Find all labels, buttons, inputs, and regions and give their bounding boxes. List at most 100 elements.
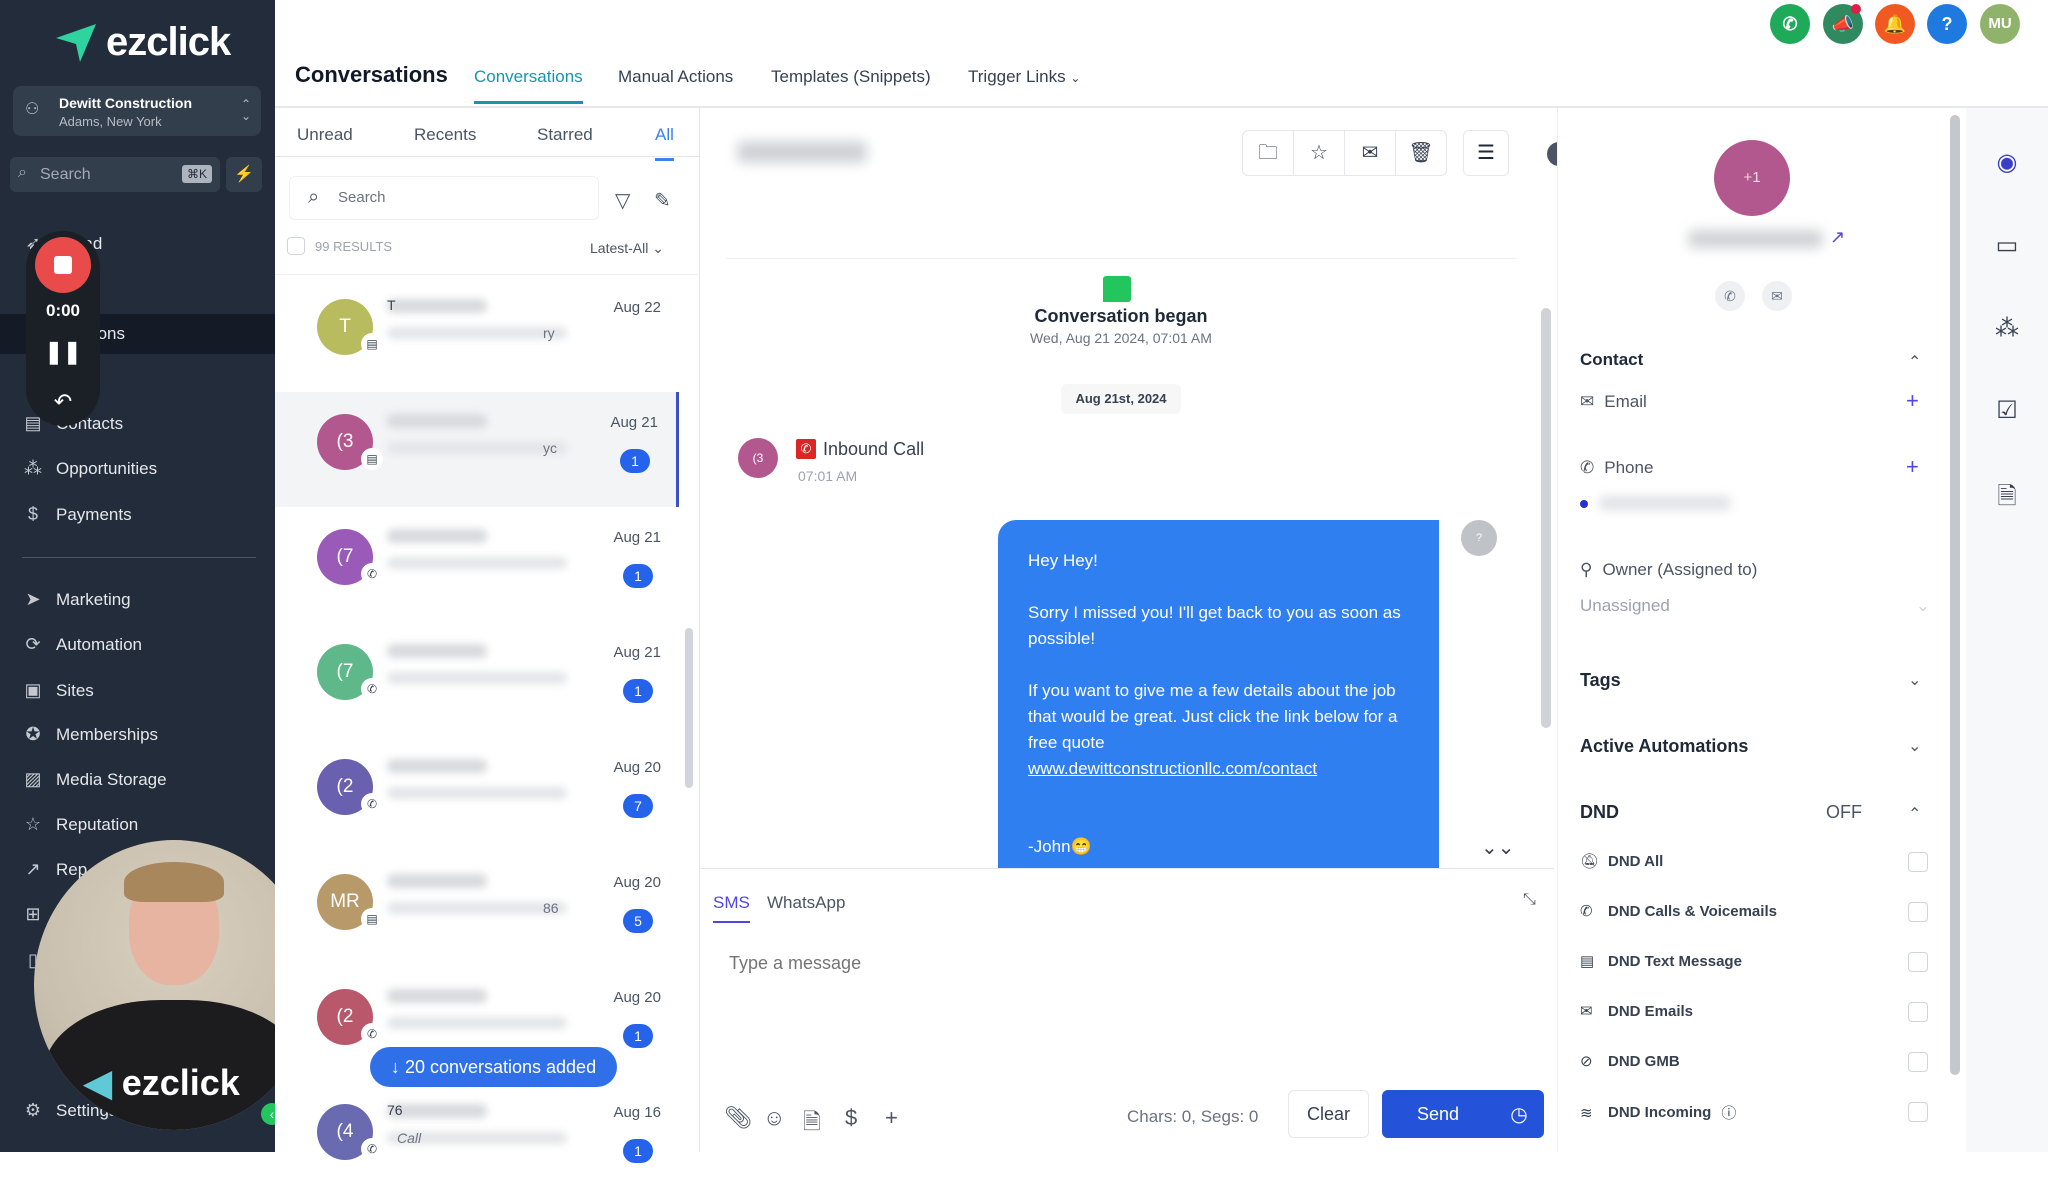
tab-manual-actions[interactable]: Manual Actions [618,67,733,87]
info-icon[interactable]: ⓘ [1721,1102,1736,1123]
bell-button[interactable]: 🔔 [1875,4,1915,44]
add-phone-button[interactable]: + [1906,454,1919,480]
contact-section[interactable]: Contact [1580,350,1643,370]
chat-scrollbar[interactable] [1541,308,1551,728]
add-email-button[interactable]: + [1906,388,1919,414]
conversation-search-input[interactable]: ⌕ Search [289,176,599,220]
list-scrollbar[interactable] [685,628,693,788]
sidebar-item-9[interactable]: ▣ Sites [22,671,272,711]
name-fragment: 76 [387,1102,403,1118]
quick-action-button[interactable]: ⚡ [226,157,262,192]
sidebar-item-7[interactable]: ➤ Marketing [22,580,272,620]
undo-icon[interactable]: ↶ [26,389,100,415]
plus-icon[interactable]: + [885,1105,898,1131]
mark-unread-icon[interactable]: ✉ [1345,131,1396,175]
move-folder-icon[interactable]: 🗀 [1243,131,1294,175]
sidebar-item-10[interactable]: ✪ Memberships [22,715,272,755]
tab-sms[interactable]: SMS [713,893,750,923]
chevron-down-icon[interactable]: ⌄ [1908,736,1921,756]
inbound-call-time: 07:01 AM [798,468,858,484]
filter-recents[interactable]: Recents [414,125,476,145]
sidebar-item-5[interactable]: ⁂ Opportunities [22,449,272,489]
trash-icon[interactable]: 🗑 [1396,131,1446,175]
automations-section[interactable]: Active Automations [1580,736,1748,757]
payment-icon[interactable]: $ [845,1105,857,1131]
chevron-up-icon[interactable]: ⌃ [1908,352,1921,372]
conversation-item[interactable]: T ▤ T ry Aug 22 [275,277,679,392]
sidebar-item-12[interactable]: ☆ Reputation [22,805,272,845]
dnd-label: DND Incoming [1608,1104,1712,1121]
compose-icon[interactable]: ✎ [654,188,671,213]
trend-icon: ↗ [25,859,41,879]
phone-icon: ✆ [1580,903,1593,920]
calendar-icon[interactable]: ▭ [1966,231,2048,260]
dnd-checkbox[interactable] [1908,952,1928,972]
filter-starred[interactable]: Starred [537,125,593,145]
dnd-checkbox[interactable] [1908,1052,1928,1072]
emoji-icon[interactable]: ☺ [763,1105,785,1131]
select-all-checkbox[interactable] [287,237,305,255]
schedule-icon[interactable]: ◷ [1494,1102,1544,1127]
conversation-item[interactable]: (3 ▤ yc Aug 21 1 [275,392,679,507]
unread-badge: 7 [623,794,653,818]
sort-value: Latest-All [590,240,649,256]
sidebar-item-8[interactable]: ⟳ Automation [22,625,272,665]
template-icon[interactable]: 🗎 [803,1105,821,1143]
tab-trigger-links[interactable]: Trigger Links ⌄ [968,67,1080,87]
message-link[interactable]: www.dewittconstructionllc.com/contact [1028,759,1317,778]
pause-icon[interactable]: ❚❚ [26,339,100,365]
scroll-bottom-icon[interactable]: ⌄⌄ [1481,835,1515,860]
dnd-section[interactable]: DND [1580,802,1619,823]
email-button[interactable]: ✉ [1762,281,1792,311]
dnd-checkbox[interactable] [1908,852,1928,872]
tab-templates[interactable]: Templates (Snippets) [771,67,931,87]
conversation-item[interactable]: (7 ✆ Aug 21 1 [275,507,679,622]
sort-dropdown[interactable]: Latest-All ⌄ [590,240,664,257]
attach-icon[interactable]: 📎︎ [724,1105,752,1131]
filter-messages-button[interactable]: ☰ [1463,130,1509,176]
call-button[interactable]: ✆ [1715,281,1745,311]
sidebar-item-6[interactable]: $ Payments [22,495,272,535]
conversations-added-button[interactable]: ↓ 20 conversations added [370,1047,617,1087]
webcam-logo: ◀ ezclick [84,1062,240,1103]
conversation-item[interactable]: (4 ✆ 76 Call Aug 16 1 [275,1082,679,1197]
minimize-icon[interactable]: ⤡ [1523,891,1536,909]
opportunities-icon[interactable]: ⁂ [1966,314,2048,343]
contact-icon[interactable]: ◉ [1966,148,2048,177]
notes-icon[interactable]: 🗎 [1966,479,2048,520]
filter-unread[interactable]: Unread [297,125,353,145]
dnd-checkbox[interactable] [1908,1102,1928,1122]
owner-select[interactable]: Unassigned ⌄ [1580,596,1930,616]
clear-button[interactable]: Clear [1288,1090,1369,1138]
task-icon[interactable]: ☑ [1966,396,2048,425]
tab-whatsapp[interactable]: WhatsApp [767,893,845,913]
phone-button[interactable]: ✆ [1770,4,1810,44]
user-avatar[interactable]: MU [1980,4,2020,44]
chevron-down-icon[interactable]: ⌄ [1908,670,1921,690]
conversation-item[interactable]: (7 ✆ Aug 21 1 [275,622,679,737]
filter-icon[interactable]: ▽ [615,188,630,213]
send-button[interactable]: Send ◷ [1382,1090,1544,1138]
dnd-label: DND Text Message [1608,952,1742,970]
account-switcher[interactable]: ⚇ Dewitt Construction Adams, New York ⌃ ⌄ [13,86,261,136]
tags-section[interactable]: Tags [1580,670,1621,691]
tab-conversations[interactable]: Conversations [474,67,583,104]
screen-recorder-widget: 0:00 ❚❚ ↶ [26,231,100,426]
chevron-up-icon[interactable]: ⌃ [1908,804,1921,824]
conversation-item[interactable]: MR ▤ 86 Aug 20 5 [275,852,679,967]
dnd-checkbox[interactable] [1908,1002,1928,1022]
star-icon[interactable]: ☆ [1294,131,1345,175]
external-link-icon[interactable]: ↗ [1830,227,1845,248]
chat-panel: 🗀☆✉🗑 ☰ › Conversation began Wed, Aug 21 … [701,108,1571,1152]
panel-scrollbar[interactable] [1950,115,1960,1075]
conversation-date: Aug 20 [613,759,661,776]
recording-time: 0:00 [45,301,81,320]
megaphone-button[interactable]: 📣 [1823,4,1863,44]
sidebar-search[interactable]: ⌕ Search ⌘K [10,157,220,192]
help-button[interactable]: ? [1927,4,1967,44]
message-input[interactable] [729,953,1509,974]
conversation-item[interactable]: (2 ✆ Aug 20 7 [275,737,679,852]
stop-recording-button[interactable] [35,237,91,293]
dnd-checkbox[interactable] [1908,902,1928,922]
sidebar-item-11[interactable]: ▨ Media Storage [22,760,272,800]
